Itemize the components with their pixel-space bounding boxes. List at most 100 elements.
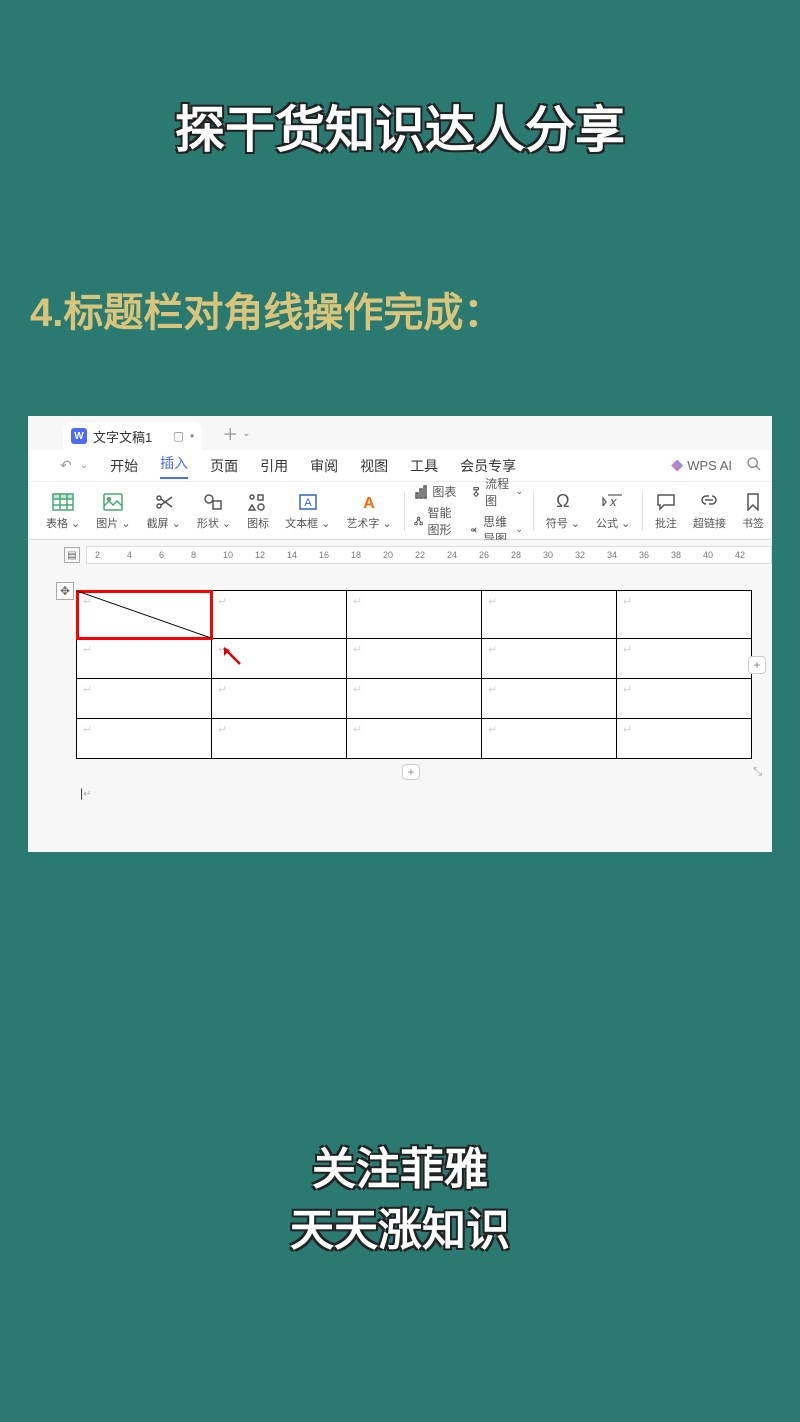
add-row-button[interactable]: + xyxy=(402,764,420,780)
wps-ai-button[interactable]: WPS AI xyxy=(671,458,732,473)
ribbon-symbol[interactable]: Ω 符号 ⌄ xyxy=(538,491,588,531)
ribbon-textbox-label: 文本框 xyxy=(285,518,318,530)
shapes-icon xyxy=(203,491,225,513)
table-cell[interactable]: ↵ xyxy=(77,679,212,719)
word-doc-icon: W xyxy=(71,428,87,444)
document-tab-bar: W 文字文稿1 ▢ • ＋⌄ xyxy=(28,416,772,450)
ruler-tick: 16 xyxy=(319,550,329,560)
menu-insert[interactable]: 插入 xyxy=(160,453,188,479)
table-cell[interactable]: ↵ xyxy=(482,639,617,679)
menu-page[interactable]: 页面 xyxy=(210,456,238,476)
ribbon-flowchart-label: 流程图 xyxy=(485,475,511,509)
svg-text:A: A xyxy=(304,497,312,509)
table-cell[interactable]: ↵ xyxy=(347,639,482,679)
undo-icon[interactable]: ↶ xyxy=(60,457,72,474)
bookmark-icon xyxy=(742,491,764,513)
table-cell[interactable]: ↵ xyxy=(212,719,347,759)
ribbon-image-label: 图片 xyxy=(96,518,118,530)
ruler-row: ▤ 24681012141618202224262830323436384042 xyxy=(28,540,772,570)
ribbon-shapes[interactable]: 形状 ⌄ xyxy=(189,491,239,531)
footer-caption: 关注菲雅 天天涨知识 xyxy=(0,1139,800,1262)
ribbon-hyperlink[interactable]: 超链接 xyxy=(685,491,734,531)
ribbon-image[interactable]: 图片 ⌄ xyxy=(88,491,138,531)
table-cell[interactable]: ↵ xyxy=(212,679,347,719)
ruler-tick: 32 xyxy=(575,550,585,560)
table-cell[interactable]: ↵ xyxy=(212,639,347,679)
icons-icon xyxy=(247,491,269,513)
step-subtitle: 4.标题栏对角线操作完成： xyxy=(30,280,503,338)
ribbon-smartart[interactable]: 智能图形 xyxy=(414,504,458,538)
svg-text:A: A xyxy=(363,495,375,511)
link-icon xyxy=(698,491,720,513)
wordart-icon: A xyxy=(358,491,380,513)
undo-dropdown-icon[interactable]: ⌄ xyxy=(80,460,88,471)
document-canvas[interactable]: ✥ ↵↵↵↵↵↵↵↵↵↵↵↵↵↵↵↵↵↵↵↵ + + ⤡ |↵ xyxy=(28,570,772,850)
table-cell[interactable]: ↵ xyxy=(617,591,752,639)
navigation-pane-icon[interactable]: ▤ xyxy=(64,547,80,563)
ruler-tick: 8 xyxy=(191,550,196,560)
menu-review[interactable]: 审阅 xyxy=(310,456,338,476)
ribbon-textbox[interactable]: A 文本框 ⌄ xyxy=(277,491,338,531)
ruler-tick: 40 xyxy=(703,550,713,560)
document-table[interactable]: ↵↵↵↵↵↵↵↵↵↵↵↵↵↵↵↵↵↵↵↵ xyxy=(76,590,752,759)
new-tab-button[interactable]: ＋⌄ xyxy=(222,421,250,445)
table-cell[interactable]: ↵ xyxy=(77,719,212,759)
scissors-icon xyxy=(153,491,175,513)
search-icon[interactable] xyxy=(746,456,762,475)
table-cell[interactable]: ↵ xyxy=(482,591,617,639)
ruler-tick: 30 xyxy=(543,550,553,560)
table-cell[interactable]: ↵ xyxy=(347,679,482,719)
chart-icon xyxy=(414,485,428,499)
table-cell[interactable]: ↵ xyxy=(482,719,617,759)
table-move-handle[interactable]: ✥ xyxy=(56,582,74,600)
ruler-tick: 12 xyxy=(255,550,265,560)
ribbon-comment-label: 批注 xyxy=(655,515,677,531)
tab-window-icon[interactable]: ▢ xyxy=(173,429,184,443)
menu-reference[interactable]: 引用 xyxy=(260,456,288,476)
add-column-button[interactable]: + xyxy=(748,656,766,674)
ribbon-formula[interactable]: x 公式 ⌄ xyxy=(588,491,638,531)
table-cell[interactable]: ↵ xyxy=(212,591,347,639)
table-cell[interactable]: ↵ xyxy=(77,639,212,679)
horizontal-ruler[interactable]: 24681012141618202224262830323436384042 xyxy=(86,546,772,564)
textbox-icon: A xyxy=(297,491,319,513)
table-icon xyxy=(52,491,74,513)
svg-text:x: x xyxy=(609,494,617,509)
tab-more-icon[interactable]: • xyxy=(190,429,194,443)
menu-member[interactable]: 会员专享 xyxy=(460,456,516,476)
table-cell[interactable]: ↵ xyxy=(347,591,482,639)
smartart-icon xyxy=(414,514,423,528)
table-cell[interactable]: ↵ xyxy=(347,719,482,759)
ribbon-table[interactable]: 表格 ⌄ xyxy=(38,491,88,531)
ribbon-screenshot-label: 截屏 xyxy=(147,518,169,530)
ribbon-flowchart[interactable]: 流程图 ⌄ xyxy=(471,475,523,509)
table-resize-handle[interactable]: ⤡ xyxy=(753,766,762,779)
ribbon-wordart[interactable]: A 艺术字 ⌄ xyxy=(338,491,399,531)
ribbon-bookmark[interactable]: 书签 xyxy=(734,491,772,531)
ruler-tick: 22 xyxy=(415,550,425,560)
footer-line-2: 天天涨知识 xyxy=(0,1200,800,1262)
ribbon-shapes-label: 形状 xyxy=(197,518,219,530)
ribbon-hyperlink-label: 超链接 xyxy=(693,515,726,531)
ribbon-toolbar: 表格 ⌄ 图片 ⌄ 截屏 ⌄ 形状 ⌄ 图标 A 文本框 ⌄ A 艺术字 ⌄ xyxy=(28,482,772,540)
table-cell[interactable]: ↵ xyxy=(77,591,212,639)
ruler-tick: 2 xyxy=(95,550,100,560)
table-cell[interactable]: ↵ xyxy=(617,719,752,759)
ruler-tick: 38 xyxy=(671,550,681,560)
document-tab[interactable]: W 文字文稿1 ▢ • xyxy=(63,422,202,450)
ribbon-chart[interactable]: 图表 xyxy=(414,483,458,500)
ribbon-icons[interactable]: 图标 xyxy=(239,491,277,531)
document-tab-label: 文字文稿1 xyxy=(93,427,152,446)
menu-view[interactable]: 视图 xyxy=(360,456,388,476)
ruler-tick: 4 xyxy=(127,550,132,560)
table-cell[interactable]: ↵ xyxy=(617,679,752,719)
menu-start[interactable]: 开始 xyxy=(110,456,138,476)
ribbon-screenshot[interactable]: 截屏 ⌄ xyxy=(139,491,189,531)
ruler-tick: 14 xyxy=(287,550,297,560)
ruler-tick: 36 xyxy=(639,550,649,560)
ribbon-comment[interactable]: 批注 xyxy=(647,491,685,531)
ruler-tick: 10 xyxy=(223,550,233,560)
table-cell[interactable]: ↵ xyxy=(482,679,617,719)
table-cell[interactable]: ↵ xyxy=(617,639,752,679)
menu-tools[interactable]: 工具 xyxy=(410,456,438,476)
